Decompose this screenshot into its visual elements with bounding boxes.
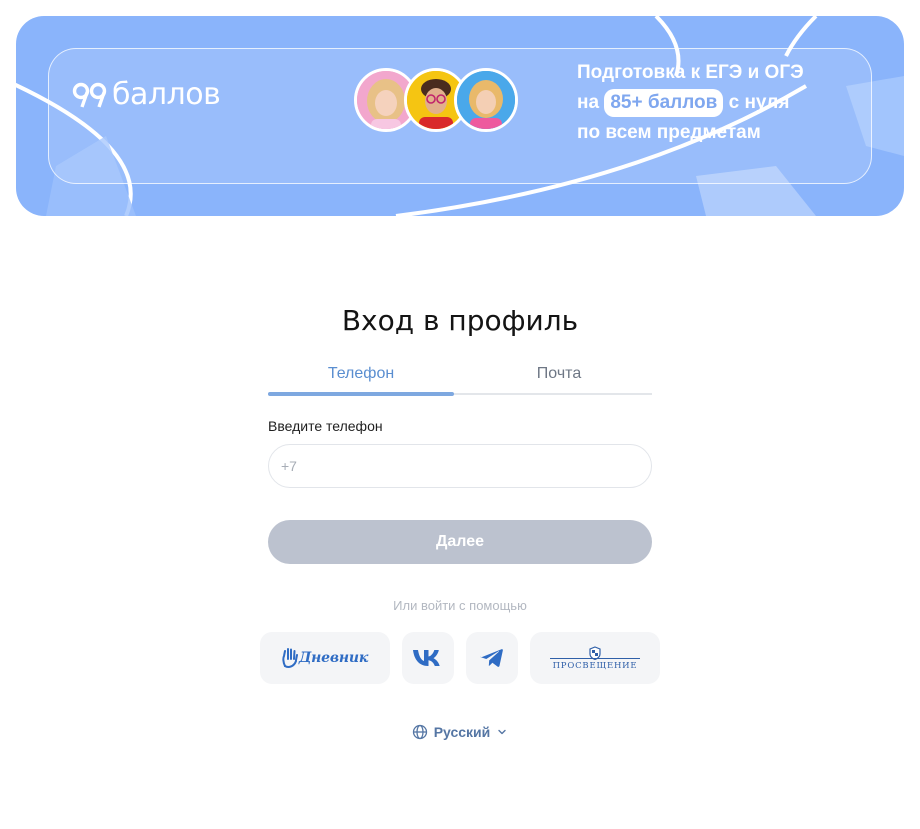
globe-icon [412,724,427,740]
dnevnik-login-button[interactable]: Дневник [260,632,390,684]
login-method-tabs: Телефон Почта [268,356,652,396]
tab-active-indicator [268,392,454,396]
prosveshchenie-login-button[interactable]: ПРОСВЕЩЕНИЕ [530,632,660,684]
page-title: Вход в профиль [341,304,579,337]
phone-input[interactable] [268,444,652,488]
teacher-avatars [354,68,524,132]
avatar [454,68,518,132]
promo-text: Подготовка к ЕГЭ и ОГЭ на 85+ баллов с н… [577,58,837,148]
prosveshchenie-label: ПРОСВЕЩЕНИЕ [550,657,640,671]
promo-line-2: на 85+ баллов с нуля [577,88,837,118]
tab-email[interactable]: Почта [466,356,652,396]
alt-login-label: Или войти с помощью [393,598,527,613]
telegram-icon [480,649,503,667]
promo-highlight-badge: 85+ баллов [604,89,724,117]
dnevnik-label: Дневник [298,650,369,666]
vk-icon [413,650,440,666]
prosveshchenie-logo: ПРОСВЕЩЕНИЕ [550,645,640,671]
dnevnik-hand-icon [282,648,298,668]
vk-login-button[interactable] [402,632,454,684]
chevron-down-icon [498,729,506,735]
logo-99-icon [72,82,107,108]
brand-logo[interactable]: баллов [72,77,221,112]
promo-line-3: по всем предметам [577,122,761,143]
language-selector[interactable]: Русский [0,724,920,740]
telegram-login-button[interactable] [466,632,518,684]
logo-wordmark: баллов [112,77,221,112]
language-label: Русский [433,724,491,740]
next-button[interactable]: Далее [268,520,652,564]
promo-line-1: Подготовка к ЕГЭ и ОГЭ [577,62,804,83]
phone-field-label: Введите телефон [268,418,383,434]
tab-phone[interactable]: Телефон [268,356,454,396]
promo-prefix: на [577,92,600,113]
promo-suffix: с нуля [728,92,790,113]
